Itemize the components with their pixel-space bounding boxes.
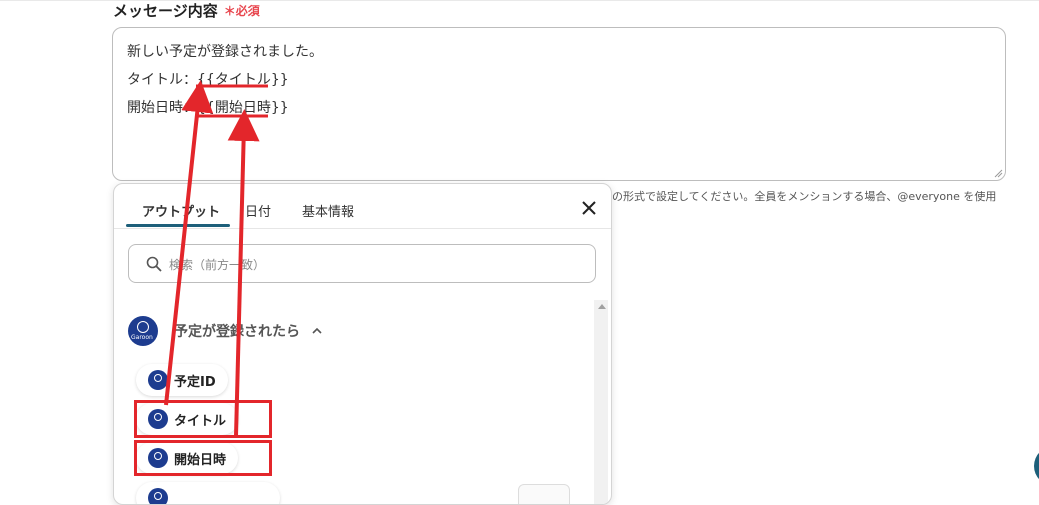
garoon-icon [148,488,168,504]
output-item-label: 予定ID [174,374,216,390]
panel-tabs: アウトプット 日付 基本情報 [114,184,611,229]
item-action-box[interactable] [518,484,570,504]
tab-basic-info[interactable]: 基本情報 [302,201,354,220]
resize-grip-icon[interactable] [994,169,1003,178]
search-icon [146,256,162,272]
tab-date[interactable]: 日付 [245,201,271,220]
message-textarea[interactable]: 新しい予定が登録されました。 タイトル：{{タイトル}} 開始日時：{{開始日時… [112,27,1006,181]
required-badge: ＊必須 [224,2,260,19]
message-line-3: 開始日時：{{開始日時}} [127,100,289,116]
group-title: 予定が登録されたら [174,324,300,340]
help-fab-button[interactable] [1034,446,1039,486]
message-field-label: メッセージ内容 ＊必須 [113,0,260,21]
required-mark: ＊ [223,4,236,18]
message-line-2: タイトル：{{タイトル}} [127,72,289,88]
search-box [128,244,596,283]
message-line-1: 新しい予定が登録されました。 [127,44,323,60]
output-item-partial[interactable] [136,482,280,504]
highlight-box-start-datetime [134,440,272,476]
output-item-event-id[interactable]: 予定ID [136,364,228,396]
trigger-group-header[interactable]: Garoon 予定が登録されたら [128,314,322,348]
tab-output[interactable]: アウトプット [142,201,220,220]
highlight-box-title [134,400,272,438]
chevron-up-icon[interactable] [312,326,322,336]
active-tab-indicator [126,224,230,227]
garoon-icon [148,370,168,390]
helper-text: の形式で設定してください。全員をメンションする場合、@everyone を使用 [612,190,997,203]
panel-scrollbar[interactable] [594,300,608,504]
required-text: 必須 [235,4,260,18]
garoon-logo-icon: Garoon [128,316,158,346]
field-label-text: メッセージ内容 [113,2,218,20]
garoon-logo-text: Garoon [131,334,153,341]
close-icon[interactable] [579,198,599,218]
search-input[interactable] [167,253,581,277]
scroll-up-icon[interactable] [598,304,606,309]
